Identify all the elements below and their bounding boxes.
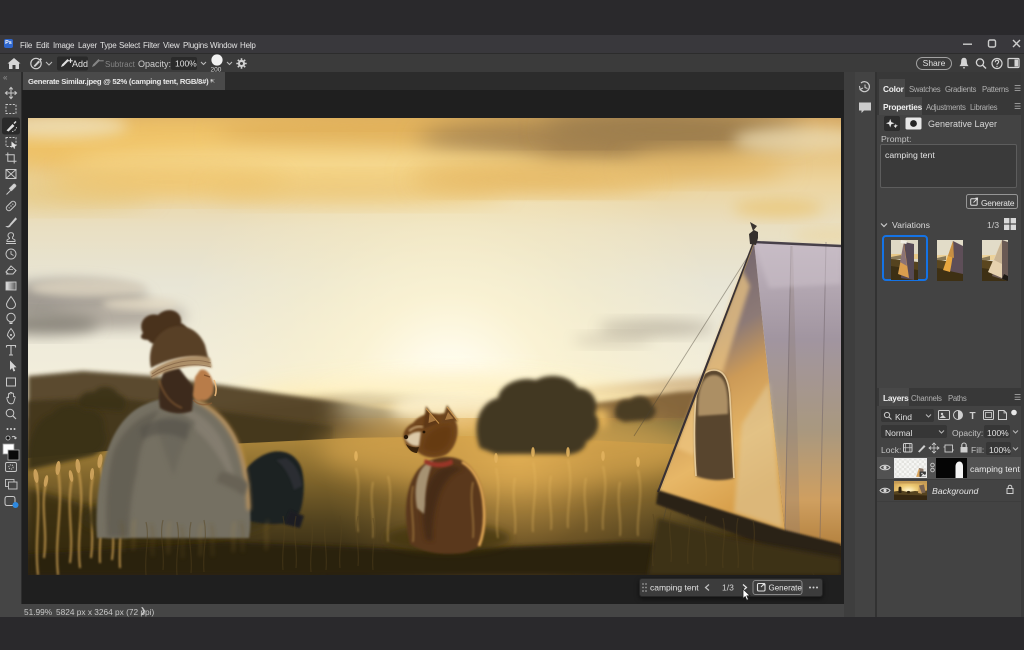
svg-text:camping tent: camping tent: [650, 583, 699, 593]
svg-text:Subtract: Subtract: [105, 60, 136, 69]
svg-text:Opacity:: Opacity:: [138, 59, 171, 69]
svg-text:100%: 100%: [175, 59, 197, 69]
svg-text:Add: Add: [72, 59, 88, 69]
svg-text:1/3: 1/3: [722, 583, 734, 593]
svg-text:T: T: [970, 411, 976, 422]
svg-text:Generate: Generate: [769, 584, 803, 593]
